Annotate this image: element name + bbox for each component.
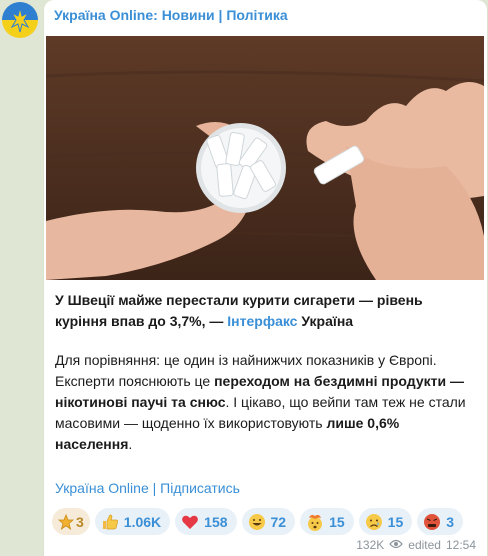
message-meta: 132K edited 12:54 <box>356 538 476 552</box>
post-photo[interactable] <box>46 36 484 280</box>
channel-link[interactable]: Україна Online <box>55 480 149 496</box>
post-body: Для порівняння: це один із найнижчих пок… <box>55 350 475 455</box>
message-time: 12:54 <box>445 538 476 552</box>
reaction-count: 3 <box>446 513 455 530</box>
reactions-bar: 3 1.06K 158 72 15 15 3 <box>52 508 464 535</box>
headline-text-suffix: Україна <box>297 313 354 329</box>
reaction-count: 3 <box>76 513 84 530</box>
footer-separator: | <box>148 480 161 496</box>
subscribe-link[interactable]: Підписатись <box>160 480 240 496</box>
reaction-mind-blown[interactable]: 15 <box>300 508 354 535</box>
crying-face-icon <box>365 513 383 531</box>
reaction-heart[interactable]: 158 <box>175 508 237 535</box>
heart-icon <box>181 513 199 531</box>
channel-name[interactable]: Україна Online: Новини | Політика <box>54 7 288 23</box>
reaction-count: 15 <box>387 513 404 530</box>
body-text: . <box>128 436 133 452</box>
reaction-count: 72 <box>270 513 287 530</box>
grinning-face-icon <box>248 513 266 531</box>
reaction-grin[interactable]: 72 <box>241 508 296 535</box>
reaction-count: 15 <box>329 513 345 530</box>
post-footer: Україна Online | Підписатись <box>55 480 240 496</box>
exploding-head-icon <box>306 513 324 531</box>
channel-avatar[interactable] <box>2 2 38 38</box>
star-icon <box>57 513 75 530</box>
message-bubble: Україна Online: Новини | Політика У Швец… <box>44 0 487 556</box>
post-text: У Швеції майже перестали курити сигарети… <box>55 290 475 455</box>
reaction-angry[interactable]: 3 <box>417 508 464 535</box>
reaction-count: 1.06K <box>123 513 162 530</box>
reaction-cry[interactable]: 15 <box>358 508 413 535</box>
reaction-star[interactable]: 3 <box>52 508 90 535</box>
reaction-count: 158 <box>204 513 228 530</box>
eye-icon <box>389 538 404 552</box>
angry-face-icon <box>423 513 441 531</box>
thumbs-up-icon <box>101 513 119 531</box>
reaction-thumbs-up[interactable]: 1.06K <box>94 508 171 535</box>
edited-label: edited <box>408 538 441 552</box>
post-headline: У Швеції майже перестали курити сигарети… <box>55 290 475 332</box>
interfax-link[interactable]: Інтерфакс <box>227 313 297 329</box>
view-count: 132K <box>356 538 385 552</box>
